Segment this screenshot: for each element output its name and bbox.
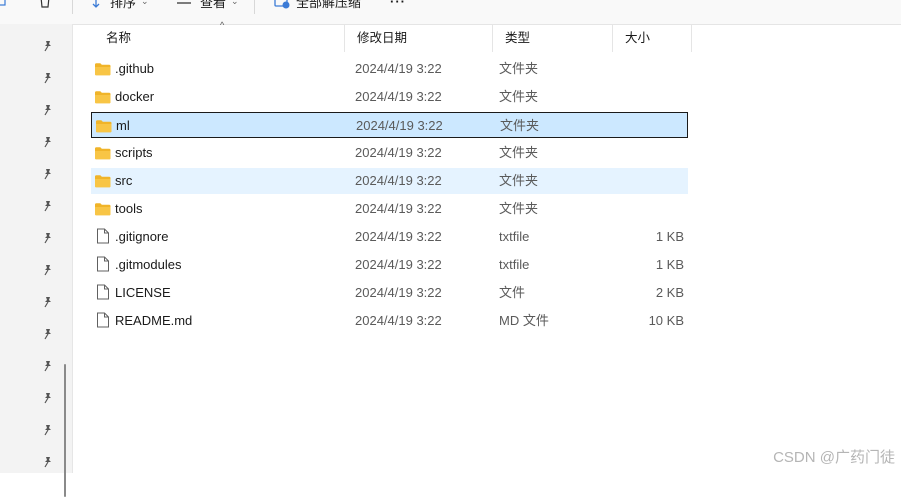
- folder-icon: [94, 173, 111, 188]
- file-row[interactable]: docker 2024/4/19 3:22 文件夹: [91, 84, 688, 110]
- file-row[interactable]: .gitmodules 2024/4/19 3:22 txtfile 1 KB: [91, 252, 688, 278]
- file-type: txtfile: [499, 252, 529, 278]
- file-date: 2024/4/19 3:22: [355, 196, 442, 222]
- extract-all-button[interactable]: 全部解压缩: [274, 0, 361, 11]
- file-icon: [94, 284, 111, 301]
- file-size: 2 KB: [656, 280, 684, 306]
- pin-icon[interactable]: [42, 392, 54, 404]
- sort-label: 排序: [110, 0, 136, 11]
- pin-icon[interactable]: [42, 104, 54, 116]
- file-name: .github: [115, 56, 154, 82]
- file-date: 2024/4/19 3:22: [356, 113, 443, 139]
- file-icon: [94, 228, 111, 245]
- nav-scrollbar[interactable]: [64, 364, 66, 497]
- pin-icon[interactable]: [42, 136, 54, 148]
- column-header-row: ^ 名称 修改日期 类型 大小: [94, 24, 692, 52]
- file-row[interactable]: ml 2024/4/19 3:22 文件夹: [91, 112, 688, 138]
- extract-icon: [274, 0, 290, 9]
- extract-label: 全部解压缩: [296, 0, 361, 11]
- folder-icon: [94, 61, 111, 76]
- column-header-size[interactable]: 大小: [612, 24, 692, 52]
- pin-icon[interactable]: [42, 200, 54, 212]
- file-name: docker: [115, 84, 154, 110]
- view-icon: [176, 0, 192, 9]
- file-name: ml: [116, 113, 130, 139]
- trash-icon: [37, 0, 53, 9]
- pin-icon[interactable]: [42, 40, 54, 52]
- file-type: 文件夹: [499, 168, 538, 194]
- file-name: scripts: [115, 140, 153, 166]
- sort-button[interactable]: 排序 ⌄: [92, 0, 149, 11]
- file-date: 2024/4/19 3:22: [355, 280, 442, 306]
- file-icon: [94, 312, 111, 329]
- chevron-down-icon: ⌄: [141, 0, 149, 7]
- pin-icon[interactable]: [42, 72, 54, 84]
- folder-icon: [94, 201, 111, 216]
- file-row[interactable]: scripts 2024/4/19 3:22 文件夹: [91, 140, 688, 166]
- copy-icon: [0, 0, 8, 9]
- file-type: 文件夹: [499, 84, 538, 110]
- file-name: .gitmodules: [115, 252, 181, 278]
- toolbar-separator: [72, 0, 73, 14]
- command-bar: 排序 ⌄ 查看 ⌄ 全部解压缩 ···: [0, 0, 901, 25]
- column-header-date[interactable]: 修改日期: [344, 24, 492, 52]
- sort-icon: [92, 0, 106, 9]
- file-row[interactable]: tools 2024/4/19 3:22 文件夹: [91, 196, 688, 222]
- chevron-down-icon: ⌄: [231, 0, 239, 7]
- file-row[interactable]: .github 2024/4/19 3:22 文件夹: [91, 56, 688, 82]
- column-header-name[interactable]: 名称: [94, 24, 344, 52]
- file-type: 文件: [499, 280, 525, 306]
- pin-icon[interactable]: [42, 456, 54, 468]
- file-name: README.md: [115, 308, 192, 334]
- navigation-pane: [0, 24, 73, 473]
- pin-icon[interactable]: [42, 264, 54, 276]
- file-icon: [94, 256, 111, 273]
- folder-icon: [94, 145, 111, 160]
- file-date: 2024/4/19 3:22: [355, 56, 442, 82]
- file-name: src: [115, 168, 132, 194]
- file-type: MD 文件: [499, 308, 549, 334]
- view-label: 查看: [200, 0, 226, 11]
- file-date: 2024/4/19 3:22: [355, 140, 442, 166]
- watermark: CSDN @广药门徒: [773, 446, 895, 467]
- folder-icon: [94, 89, 111, 104]
- pin-icon[interactable]: [42, 296, 54, 308]
- file-type: 文件夹: [499, 140, 538, 166]
- file-type: 文件夹: [499, 196, 538, 222]
- pin-icon[interactable]: [42, 328, 54, 340]
- file-name: .gitignore: [115, 224, 168, 250]
- file-name: LICENSE: [115, 280, 171, 306]
- view-button[interactable]: 查看 ⌄: [176, 0, 239, 11]
- file-row[interactable]: LICENSE 2024/4/19 3:22 文件 2 KB: [91, 280, 688, 306]
- file-date: 2024/4/19 3:22: [355, 168, 442, 194]
- file-type: txtfile: [499, 224, 529, 250]
- file-type: 文件夹: [499, 56, 538, 82]
- file-type: 文件夹: [500, 113, 539, 139]
- file-size: 1 KB: [656, 252, 684, 278]
- more-options-button[interactable]: ···: [390, 0, 406, 11]
- folder-icon: [95, 118, 112, 133]
- pin-icon[interactable]: [42, 424, 54, 436]
- column-header-type[interactable]: 类型: [492, 24, 612, 52]
- file-row[interactable]: .gitignore 2024/4/19 3:22 txtfile 1 KB: [91, 224, 688, 250]
- file-size: 1 KB: [656, 224, 684, 250]
- file-row[interactable]: src 2024/4/19 3:22 文件夹: [91, 168, 688, 194]
- pin-icon[interactable]: [42, 232, 54, 244]
- pin-icon[interactable]: [42, 360, 54, 372]
- file-date: 2024/4/19 3:22: [355, 84, 442, 110]
- file-date: 2024/4/19 3:22: [355, 224, 442, 250]
- file-row[interactable]: README.md 2024/4/19 3:22 MD 文件 10 KB: [91, 308, 688, 334]
- file-size: 10 KB: [649, 308, 684, 334]
- pin-icon[interactable]: [42, 168, 54, 180]
- file-date: 2024/4/19 3:22: [355, 252, 442, 278]
- file-name: tools: [115, 196, 142, 222]
- toolbar-separator: [254, 0, 255, 14]
- file-date: 2024/4/19 3:22: [355, 308, 442, 334]
